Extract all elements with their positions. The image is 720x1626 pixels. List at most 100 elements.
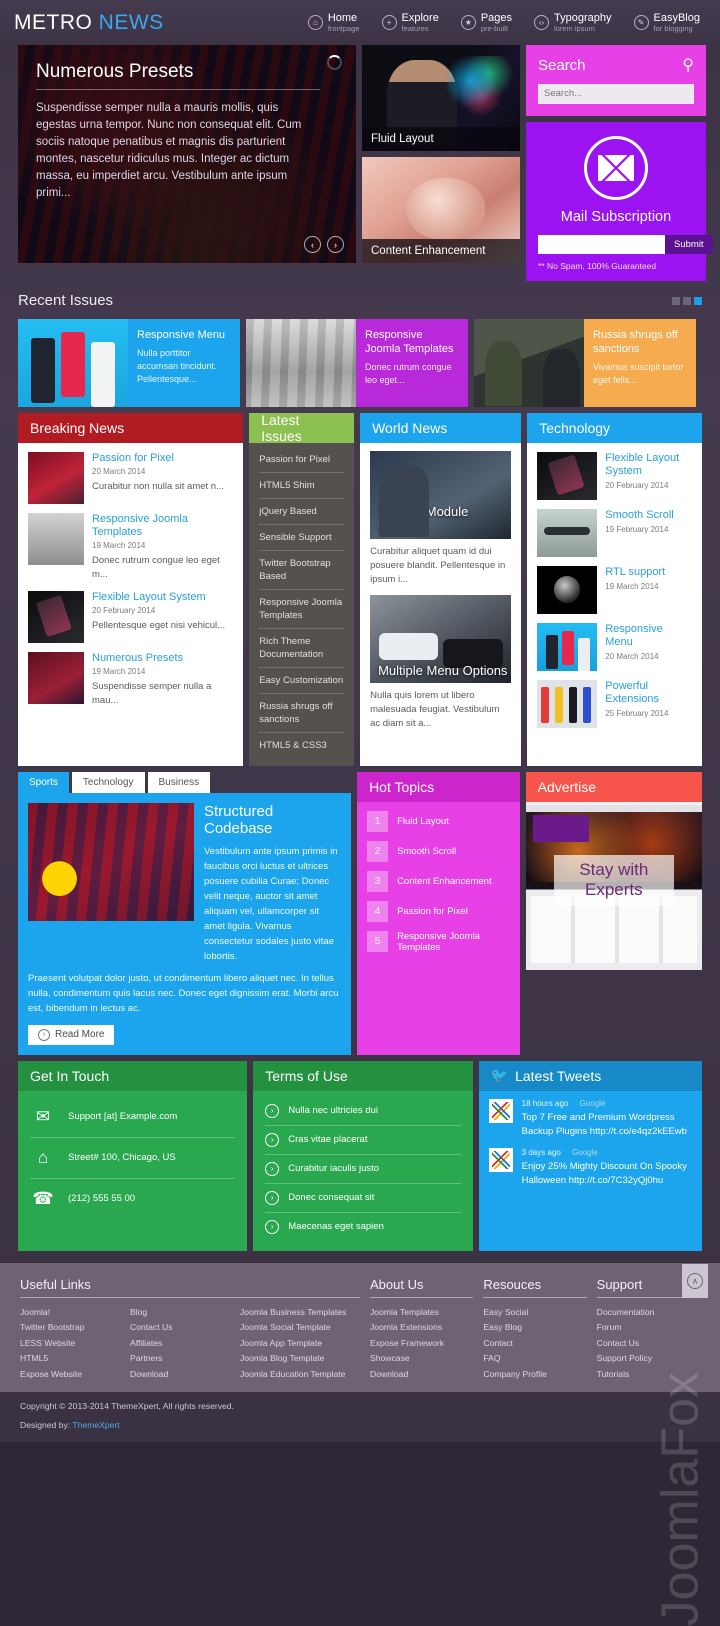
footer-link[interactable]: Support Policy [597,1351,700,1367]
back-to-top-button[interactable]: ∧ [682,1264,708,1298]
article-title[interactable]: Smooth Scroll [605,509,673,522]
advertise-banner[interactable]: Stay with Experts [525,801,702,970]
tweet-source[interactable]: Google [580,1099,606,1108]
tweet-item[interactable]: 3 days ago Google Enjoy 25% Mighty Disco… [488,1147,692,1188]
list-item[interactable]: 2 Smooth Scroll [367,840,510,862]
footer-link[interactable]: Easy Social [483,1305,586,1321]
list-item[interactable]: Russia shrugs off sanctions [259,694,345,733]
tab-business[interactable]: Business [147,771,211,793]
designed-by-link[interactable]: ThemeXpert [72,1420,119,1430]
nav-item-explore[interactable]: + Explore features [381,12,439,34]
list-item[interactable]: 5 Responsive Joomla Templates [367,931,510,953]
footer-link[interactable]: Joomla App Template [240,1336,360,1352]
footer-link[interactable]: Documentation [597,1305,700,1321]
list-item[interactable]: jQuery Based [259,499,345,525]
footer-link[interactable]: Forum [597,1320,700,1336]
footer-link[interactable]: Twitter Bootstrap [20,1320,130,1336]
footer-link[interactable]: Partners [130,1351,240,1367]
technology-item[interactable]: Flexible Layout System 20 February 2014 [527,443,702,500]
footer-link[interactable]: Download [130,1367,240,1383]
search-icon[interactable]: ⚲ [682,55,694,75]
article-title[interactable]: Numerous Presets [92,652,233,665]
list-item[interactable]: › Cras vitae placerat [265,1126,461,1155]
footer-link[interactable]: Joomla Social Template [240,1320,360,1336]
world-news-item[interactable]: Multiple Menu Options Nulla quis lorem u… [360,587,521,731]
footer-link[interactable]: Joomla Extensions [370,1320,473,1336]
read-more-button[interactable]: › Read More [28,1024,115,1045]
technology-item[interactable]: RTL support 19 March 2014 [527,557,702,614]
side-card-content-enhancement[interactable]: Content Enhancement [362,157,520,263]
footer-link[interactable]: Contact [483,1336,586,1352]
list-item[interactable]: › Maecenas eget sapien [265,1213,460,1241]
breaking-news-item[interactable]: Numerous Presets 19 March 2014 Suspendis… [18,643,243,708]
contact-item-address[interactable]: ⌂ Street# 100, Chicago, US [30,1138,236,1179]
pager-dot-1[interactable] [672,296,680,305]
footer-link[interactable]: Expose Framework [370,1336,473,1352]
article-title[interactable]: Passion for Pixel [92,452,224,465]
footer-link[interactable]: Joomla Blog Template [240,1351,360,1367]
list-item[interactable]: Responsive Joomla Templates [259,590,345,629]
list-item[interactable]: › Donec consequat sit [265,1184,461,1213]
footer-link[interactable]: Tutorials [597,1367,700,1383]
footer-link[interactable]: Download [370,1367,473,1383]
tab-technology[interactable]: Technology [71,771,145,793]
slider-prev-button[interactable]: ‹ [304,236,321,253]
footer-link[interactable]: LESS Website [20,1336,130,1352]
recent-issue-card[interactable]: Responsive Menu Nulla porttitor accumsan… [18,318,240,407]
slider-main-slide[interactable]: Numerous Presets Suspendisse semper null… [18,45,356,263]
footer-link[interactable]: HTML5 [20,1351,130,1367]
article-title[interactable]: Flexible Layout System [605,452,692,478]
breaking-news-item[interactable]: Flexible Layout System 20 February 2014 … [18,582,243,643]
footer-link[interactable]: Showcase [370,1351,473,1367]
side-card-fluid-layout[interactable]: Fluid Layout [362,45,520,151]
footer-link[interactable]: Contact Us [597,1336,700,1352]
article-title[interactable]: Responsive Menu [605,623,692,649]
nav-item-typography[interactable]: ‹› Typography lorem ipsum [534,12,612,34]
technology-item[interactable]: Powerful Extensions 25 February 2014 [527,671,702,728]
list-item[interactable]: › Curabitur iaculis justo [265,1155,461,1184]
breaking-news-item[interactable]: Passion for Pixel 20 March 2014 Curabitu… [18,443,243,504]
contact-item-phone[interactable]: ☎ (212) 555 55 00 [30,1179,235,1219]
article-title[interactable]: Flexible Layout System [92,591,225,604]
pager-dot-2[interactable] [683,296,691,305]
footer-link[interactable]: Affiliates [130,1336,240,1352]
nav-item-home[interactable]: ⌂ Home frontpage [307,12,360,34]
recent-issue-card[interactable]: Russia shrugs off sanctions Vivamus susc… [474,318,696,407]
world-news-item[interactable]: Stylistic Module Classes Curabitur aliqu… [360,443,521,587]
tweet-source[interactable]: Google [572,1148,598,1157]
list-item[interactable]: 4 Passion for Pixel [367,900,510,922]
list-item[interactable]: 1 Fluid Layout [367,810,510,832]
footer-link[interactable]: Joomla! [20,1305,130,1321]
list-item[interactable]: HTML5 & CSS3 [259,733,344,758]
article-title[interactable]: Powerful Extensions [605,680,692,706]
footer-link[interactable]: Company Profile [483,1367,586,1383]
list-item[interactable]: HTML5 Shim [259,473,345,499]
slider-next-button[interactable]: › [327,236,344,253]
list-item[interactable]: Passion for Pixel [259,447,345,473]
footer-link[interactable]: Easy Blog [483,1320,586,1336]
footer-link[interactable]: Joomla Education Template [240,1367,360,1383]
breaking-news-item[interactable]: Responsive Joomla Templates 19 March 201… [18,504,243,582]
footer-link[interactable]: Expose Website [20,1367,130,1383]
recent-issue-card[interactable]: Responsive Joomla Templates Donec rutrum… [246,318,468,407]
tab-sports[interactable]: Sports [18,771,69,793]
list-item[interactable]: Rich Theme Documentation [259,629,345,668]
article-title[interactable]: RTL support [605,566,665,579]
footer-link[interactable]: Joomla Business Templates [240,1305,360,1321]
list-item[interactable]: 3 Content Enhancement [367,870,510,892]
mail-submit-button[interactable]: Submit [665,234,713,254]
nav-item-easyblog[interactable]: ✎ EasyBlog for blogging [633,12,700,34]
pager-dot-3-active[interactable] [694,296,702,305]
contact-item-email[interactable]: ✉ Support [at] Example.com [30,1097,236,1138]
footer-link[interactable]: Joomla Templates [370,1305,473,1321]
list-item[interactable]: › Nulla nec ultricies dui [265,1097,461,1126]
footer-link[interactable]: FAQ [483,1351,586,1367]
mail-email-input[interactable] [538,234,665,254]
search-input[interactable] [538,83,694,104]
list-item[interactable]: Sensible Support [259,525,345,551]
list-item[interactable]: Twitter Bootstrap Based [259,551,345,590]
site-logo[interactable]: METRO NEWS [14,11,164,35]
footer-link[interactable]: Contact Us [130,1320,240,1336]
nav-item-pages[interactable]: ★ Pages pre-built [460,12,512,34]
technology-item[interactable]: Smooth Scroll 19 February 2014 [527,500,702,557]
